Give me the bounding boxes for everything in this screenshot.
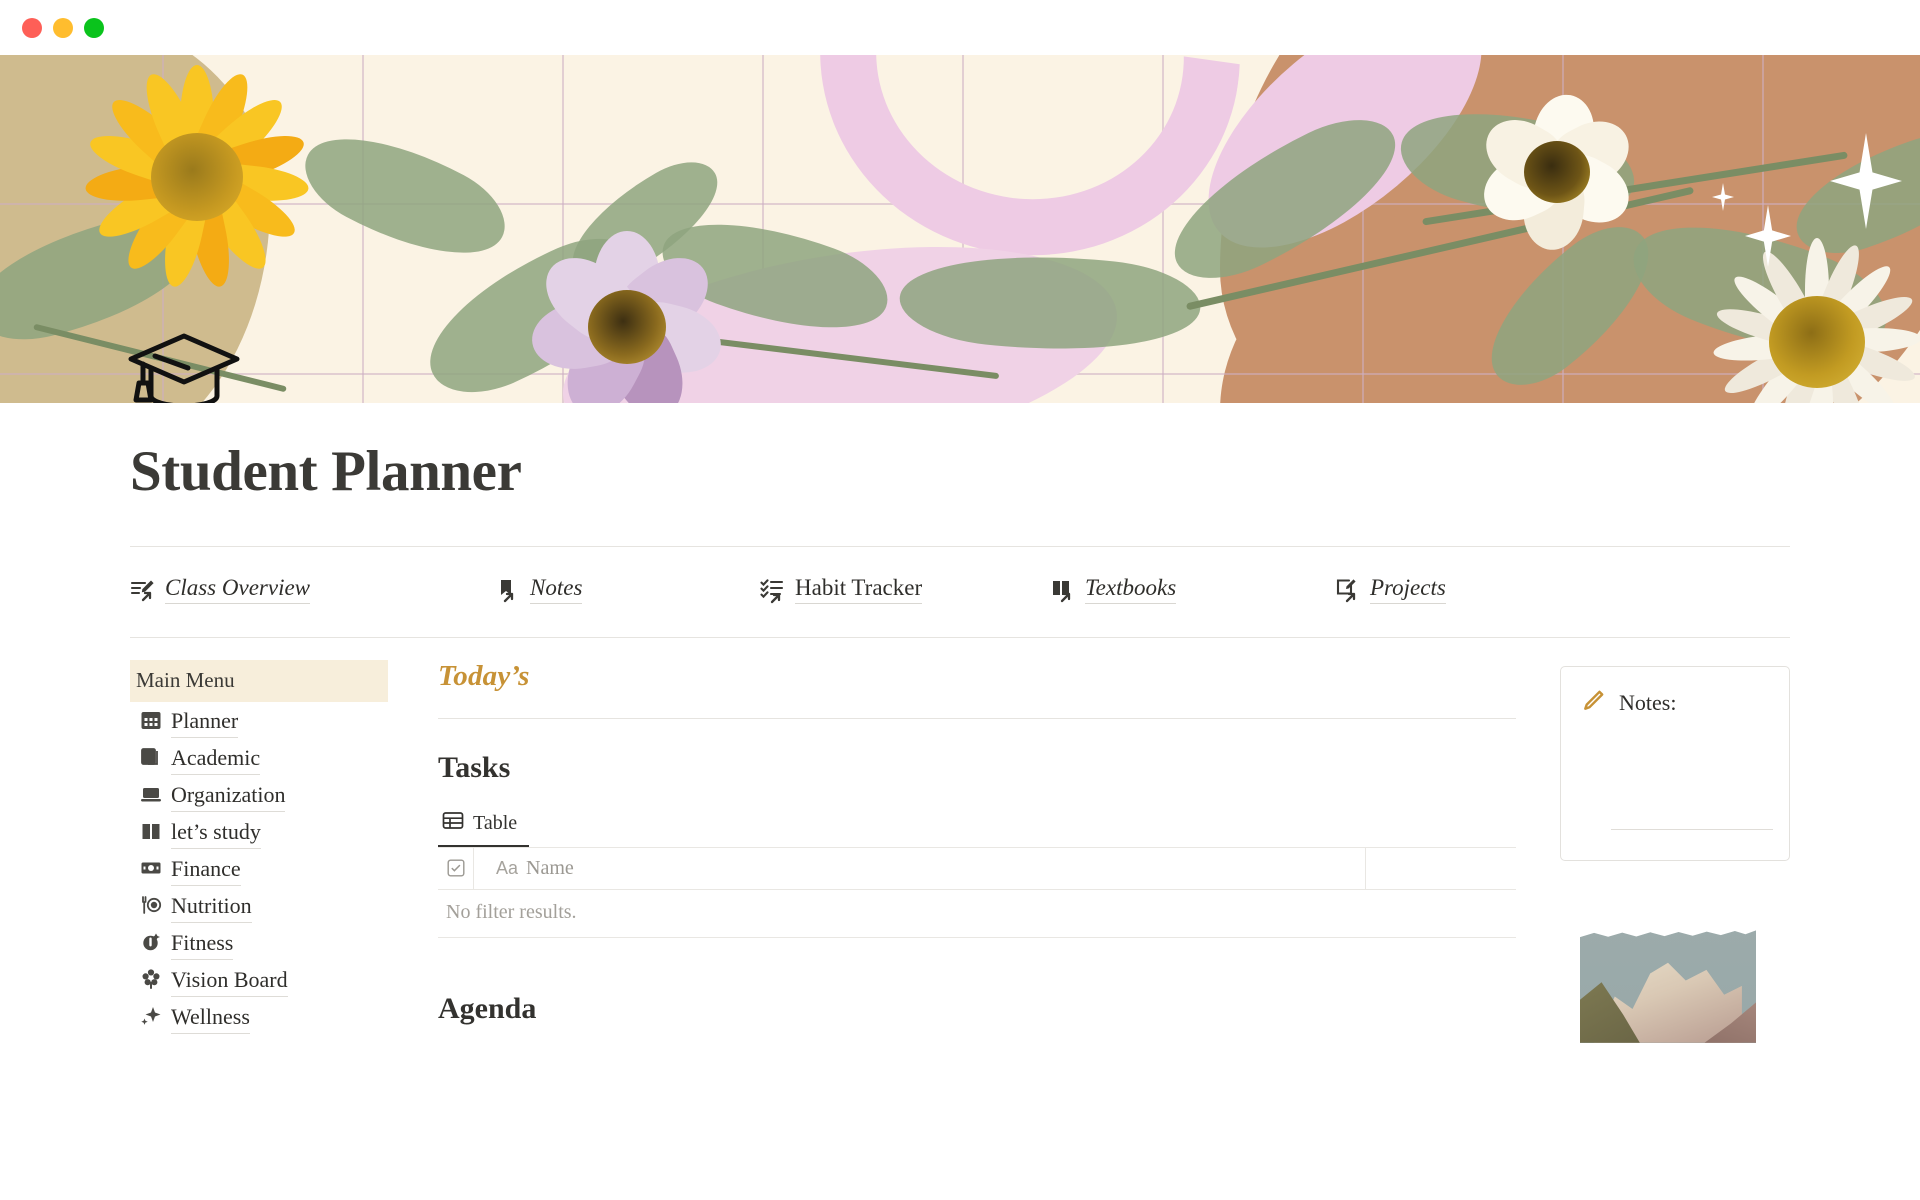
- window-titlebar: [0, 0, 1920, 55]
- tab-label: Table: [473, 811, 518, 834]
- agenda-heading: Agenda: [438, 991, 537, 1025]
- notes-card[interactable]: Notes:: [1560, 665, 1790, 861]
- sidebar-item-label: Vision Board: [171, 967, 288, 997]
- sparkles-icon: [140, 1005, 162, 1032]
- bookmark-icon: [495, 578, 521, 611]
- notes-divider: [1611, 828, 1773, 830]
- tab-table[interactable]: Table: [438, 807, 530, 847]
- banner-white-flower: [1473, 89, 1640, 253]
- quick-links-nav: Class Overview Notes Habit Tracker Textb…: [130, 547, 1790, 637]
- notes-title: Notes:: [1619, 690, 1677, 716]
- nav-label: Notes: [530, 575, 583, 604]
- sidebar-item-label: Finance: [171, 856, 241, 886]
- name-column-header[interactable]: Aa Name: [474, 847, 1366, 890]
- books-stack-icon: [140, 746, 162, 773]
- tasks-heading: Tasks: [438, 750, 511, 784]
- page-cover-banner: [0, 55, 1920, 403]
- nav-item-textbooks[interactable]: Textbooks: [1050, 575, 1335, 611]
- sidebar-item-planner[interactable]: Planner: [130, 702, 388, 739]
- notes-header: Notes:: [1581, 689, 1769, 718]
- right-rail: Notes:: [1560, 660, 1790, 1043]
- flower-center: [588, 290, 666, 364]
- sidebar-item-academic[interactable]: Academic: [130, 739, 388, 776]
- sidebar-item-label: Wellness: [171, 1004, 250, 1034]
- tasks-table: Aa Name No filter results.: [438, 846, 1516, 938]
- checklist-icon: [760, 578, 786, 611]
- nav-label: Class Overview: [165, 575, 311, 604]
- nav-item-habit-tracker[interactable]: Habit Tracker: [760, 575, 1050, 611]
- table-icon: [442, 811, 464, 836]
- page-title: Student Planner: [130, 440, 522, 503]
- sidebar-heading: Main Menu: [130, 659, 388, 702]
- calendar-icon: [140, 709, 162, 736]
- open-book-icon: [1050, 578, 1076, 611]
- sidebar-item-lets-study[interactable]: let’s study: [130, 813, 388, 850]
- sidebar-item-label: Fitness: [171, 930, 234, 960]
- window-maximize-button[interactable]: [84, 17, 104, 38]
- table-empty-message: No filter results.: [438, 890, 1516, 938]
- flower-center: [1524, 141, 1590, 203]
- sidebar-item-label: Academic: [171, 745, 261, 775]
- banner-yellow-flower: [83, 65, 311, 291]
- main-content: Today’s Tasks Table Aa Name No filter re…: [388, 660, 1560, 1026]
- banknote-icon: [140, 857, 162, 884]
- pencil-icon: [1581, 689, 1605, 718]
- sidebar-item-label: let’s study: [171, 819, 261, 849]
- today-heading: Today’s: [438, 659, 530, 692]
- checkbox-column-header[interactable]: [438, 847, 474, 890]
- mountain-photo: [1580, 922, 1756, 1043]
- flower-center: [151, 133, 243, 221]
- flower-icon: [140, 968, 162, 995]
- edit-square-icon: [1335, 578, 1361, 611]
- laptop-icon: [140, 783, 162, 810]
- sidebar-item-vision-board[interactable]: Vision Board: [130, 961, 388, 998]
- main-layout: Main Menu Planner Academic Organization …: [130, 636, 1790, 1043]
- sidebar-item-fitness[interactable]: Fitness: [130, 924, 388, 961]
- sidebar-item-label: Organization: [171, 782, 286, 812]
- sidebar: Main Menu Planner Academic Organization …: [130, 659, 388, 1035]
- text-type-icon: Aa: [496, 857, 519, 878]
- today-divider: [438, 717, 1516, 719]
- banner-purple-flower: [526, 231, 729, 403]
- sidebar-item-label: Nutrition: [171, 893, 252, 923]
- sidebar-item-nutrition[interactable]: Nutrition: [130, 887, 388, 924]
- window-close-button[interactable]: [22, 17, 42, 38]
- graduation-cap-icon: [125, 330, 243, 403]
- sidebar-item-organization[interactable]: Organization: [130, 776, 388, 813]
- nav-item-class-overview[interactable]: Class Overview: [130, 575, 495, 611]
- flower-center: [1769, 296, 1865, 388]
- tasks-view-tabs: Table: [438, 807, 1516, 847]
- sidebar-item-finance[interactable]: Finance: [130, 850, 388, 887]
- nav-label: Textbooks: [1085, 575, 1177, 604]
- page-body: Student Planner Class Overview Notes Hab…: [0, 403, 1920, 1200]
- open-book-icon: [140, 820, 162, 847]
- list-edit-icon: [130, 578, 156, 611]
- banner-daisy-flower: [1712, 238, 1920, 403]
- sidebar-item-label: Planner: [171, 708, 239, 738]
- table-header-row: Aa Name: [438, 847, 1516, 890]
- window-minimize-button[interactable]: [53, 17, 73, 38]
- sidebar-item-wellness[interactable]: Wellness: [130, 998, 388, 1035]
- nav-label: Habit Tracker: [795, 575, 923, 604]
- dumbbell-icon: [140, 931, 162, 958]
- nav-item-notes[interactable]: Notes: [495, 575, 760, 611]
- nav-item-projects[interactable]: Projects: [1335, 575, 1446, 611]
- column-label: Name: [526, 856, 574, 879]
- fork-plate-icon: [140, 894, 162, 921]
- nav-label: Projects: [1370, 575, 1446, 604]
